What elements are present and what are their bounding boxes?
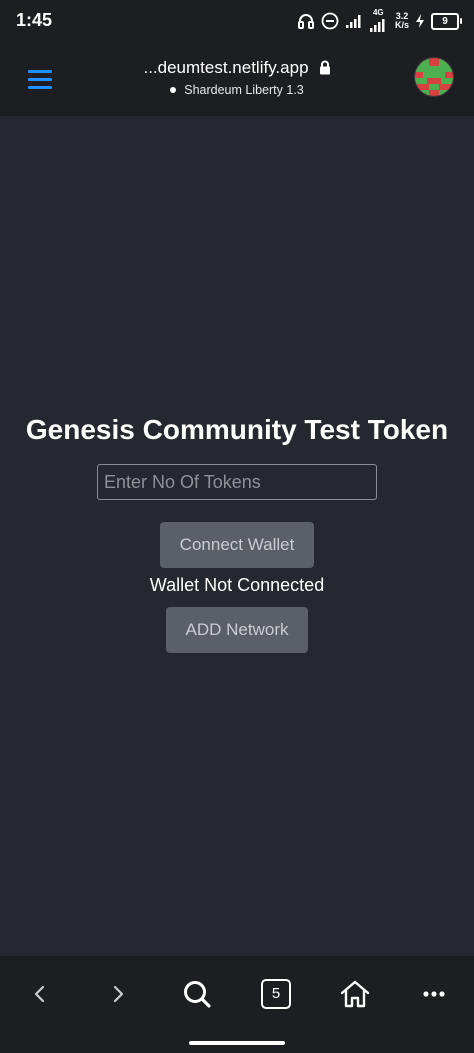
page-title: Genesis Community Test Token	[25, 414, 449, 445]
app-screen: 1:45 4G 3.2 K/s 9 ...deumtest.netlify.ap…	[0, 0, 474, 1053]
signal-4g-icon: 4G	[369, 8, 389, 32]
token-amount-input[interactable]	[97, 464, 377, 500]
battery-icon: 9	[431, 12, 462, 30]
dapp-content: Genesis Community Test Token Connect Wal…	[0, 116, 474, 956]
lock-icon	[319, 60, 331, 80]
gesture-home-indicator[interactable]	[189, 1041, 285, 1045]
status-icons: 4G 3.2 K/s 9	[297, 8, 462, 34]
back-arrow-icon	[34, 985, 45, 1003]
battery-level: 9	[431, 12, 459, 30]
network-speed-unit: K/s	[394, 20, 409, 30]
headphones-icon	[297, 12, 315, 30]
url-display[interactable]: ...deumtest.netlify.app	[0, 58, 474, 80]
network-name: Shardeum Liberty 1.3	[184, 83, 304, 97]
wallet-status-text: Wallet Not Connected	[149, 575, 325, 595]
network-speed: 3.2 K/s	[395, 12, 409, 30]
tabs-icon: 5	[261, 979, 291, 1009]
account-avatar[interactable]	[415, 58, 453, 96]
back-button[interactable]	[18, 974, 62, 1014]
signal-icon	[345, 13, 363, 29]
forward-arrow-icon	[113, 985, 124, 1003]
search-button[interactable]	[175, 974, 219, 1014]
more-button[interactable]	[412, 974, 456, 1014]
browser-bottom-nav: 5	[0, 956, 474, 1053]
charging-icon	[415, 13, 425, 29]
add-network-button[interactable]: ADD Network	[166, 607, 308, 653]
network-status-dot	[170, 87, 177, 93]
connect-wallet-button[interactable]: Connect Wallet	[160, 522, 314, 568]
home-button[interactable]	[333, 974, 377, 1014]
status-time: 1:45	[16, 10, 53, 30]
home-icon	[340, 980, 370, 1008]
do-not-disturb-icon	[321, 12, 339, 30]
battery-tip	[460, 18, 462, 24]
network-type-label: 4G	[372, 8, 384, 17]
site-url: ...deumtest.netlify.app	[143, 58, 309, 77]
more-icon	[423, 991, 445, 997]
forward-button[interactable]	[96, 974, 140, 1014]
search-icon	[184, 981, 211, 1008]
status-bar: 1:45 4G 3.2 K/s 9	[0, 0, 474, 44]
tabs-button[interactable]: 5	[254, 974, 298, 1014]
browser-header: ...deumtest.netlify.app Shardeum Liberty…	[0, 44, 474, 116]
identicon-icon	[415, 58, 453, 96]
network-indicator: Shardeum Liberty 1.3	[0, 83, 474, 97]
